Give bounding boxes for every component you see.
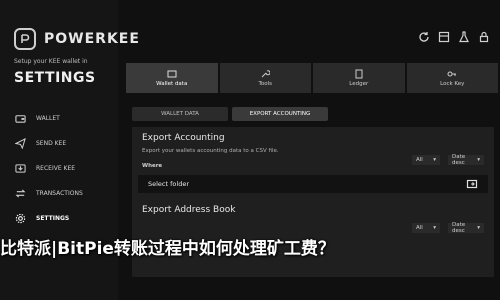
- article-title-overlay: 比特派|BitPie转账过程中如何处理矿工费？: [0, 239, 335, 259]
- sidebar-item-wallet[interactable]: WALLET: [14, 106, 114, 131]
- where-label: Where: [142, 163, 163, 169]
- subtab-wallet-data[interactable]: WALLET DATA: [132, 107, 228, 121]
- refresh-icon[interactable]: [418, 31, 430, 43]
- export-address-book-title: Export Address Book: [142, 205, 236, 215]
- sidebar-item-settings[interactable]: SETTINGS: [14, 206, 114, 231]
- folder-open-icon[interactable]: [466, 178, 478, 190]
- wallet-icon: [14, 113, 26, 125]
- key-icon: [447, 69, 457, 79]
- brand: POWERKEE: [14, 28, 140, 50]
- chevron-down-icon: ▾: [477, 157, 480, 163]
- subtabs: WALLET DATA EXPORT ACCOUNTING: [132, 107, 332, 121]
- transactions-icon: [14, 188, 26, 200]
- sidebar-kicker: Setup your KEE wallet in: [14, 58, 88, 65]
- export-accounting-title: Export Accounting: [142, 133, 225, 143]
- sidebar-item-label: SEND KEE: [36, 140, 67, 147]
- lock-icon[interactable]: [478, 31, 490, 43]
- sort-value: Date desc: [452, 154, 466, 166]
- ledger-icon: [354, 69, 364, 79]
- export-accounting-filters: All ▾ Date desc ▾: [412, 154, 484, 166]
- tab-label: Wallet data: [156, 81, 188, 87]
- settings-icon: [14, 213, 26, 225]
- tab-ledger[interactable]: Ledger: [313, 63, 405, 93]
- tools-icon: [260, 69, 271, 79]
- tab-label: Ledger: [349, 81, 369, 87]
- sidebar-nav: WALLET SEND KEE RECEIVE KEE TRANSACTIONS…: [14, 106, 114, 231]
- tab-wallet-data[interactable]: Wallet data: [126, 63, 218, 93]
- export-address-book-filters: All ▾ Date desc ▾: [412, 222, 484, 234]
- sidebar-item-transactions[interactable]: TRANSACTIONS: [14, 181, 114, 206]
- tab-label: Lock Key: [440, 81, 465, 87]
- layout-icon[interactable]: [438, 31, 450, 43]
- powerkee-logo-icon: [14, 28, 36, 50]
- sidebar-item-label: TRANSACTIONS: [36, 190, 83, 197]
- send-icon: [14, 138, 26, 150]
- select-folder-field[interactable]: Select folder: [138, 175, 488, 193]
- tab-label: Tools: [258, 81, 273, 87]
- chevron-down-icon: ▾: [477, 225, 480, 231]
- section-title: SETTINGS: [14, 70, 96, 86]
- settings-tabs: Wallet data Tools Ledger Lock Key: [126, 63, 500, 93]
- filter-select[interactable]: All ▾: [412, 223, 440, 233]
- wallet-data-icon: [167, 69, 177, 79]
- export-accounting-description: Export your wallets accounting data to a…: [142, 148, 279, 154]
- sidebar-item-label: WALLET: [36, 115, 60, 122]
- flask-icon[interactable]: [458, 31, 470, 43]
- sort-value: Date desc: [452, 222, 466, 234]
- subtab-export-accounting[interactable]: EXPORT ACCOUNTING: [232, 107, 328, 121]
- chevron-down-icon: ▾: [433, 225, 436, 231]
- sidebar-item-label: RECEIVE KEE: [36, 165, 76, 172]
- sort-select[interactable]: Date desc ▾: [448, 154, 484, 166]
- filter-value: All: [416, 225, 423, 231]
- sidebar-item-label: SETTINGS: [36, 215, 70, 222]
- tab-lock-key[interactable]: Lock Key: [406, 63, 498, 93]
- window-controls: [418, 31, 490, 43]
- sidebar-item-send[interactable]: SEND KEE: [14, 131, 114, 156]
- filter-select[interactable]: All ▾: [412, 155, 440, 165]
- sidebar-item-receive[interactable]: RECEIVE KEE: [14, 156, 114, 181]
- select-folder-label: Select folder: [148, 180, 189, 188]
- receive-icon: [14, 163, 26, 175]
- sort-select[interactable]: Date desc ▾: [448, 222, 484, 234]
- filter-value: All: [416, 157, 423, 163]
- chevron-down-icon: ▾: [433, 157, 436, 163]
- tab-tools[interactable]: Tools: [219, 63, 311, 93]
